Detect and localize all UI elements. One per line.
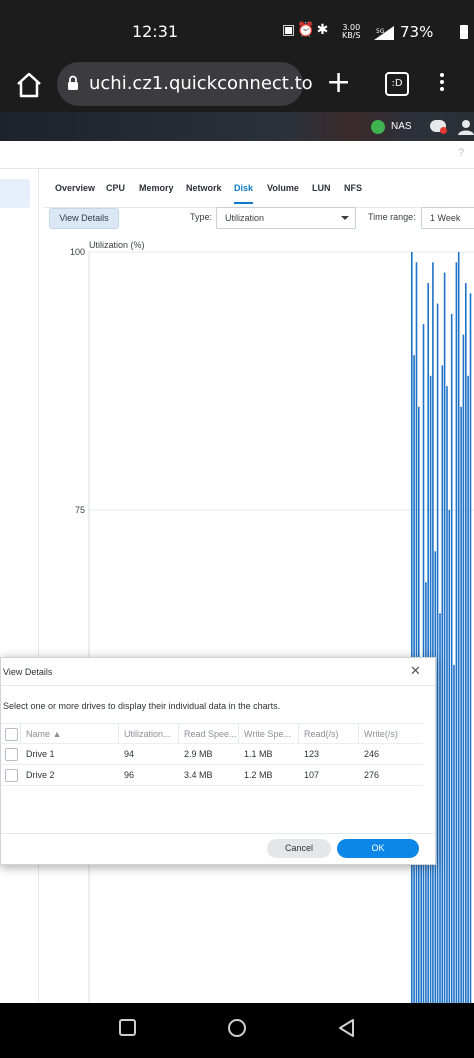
chart-bar [448,510,451,1003]
drive-writes: 276 [364,770,380,780]
table-row[interactable]: Drive 1 94 2.9 MB 1.1 MB 123 246 [1,744,423,765]
clock: 12:31 [131,22,179,41]
net-speed-unit: KB/S [342,31,361,40]
drive-read-speed: 3.4 MB [184,770,213,780]
user-icon[interactable] [458,119,474,135]
chart-bar [439,613,441,1003]
home-nav-icon[interactable] [228,1019,246,1037]
dsm-taskbar: NAS [0,112,474,141]
table-header: Name ▲ Utilization... Read Spee... Write… [1,723,423,744]
close-icon[interactable]: ✕ [410,664,421,679]
chart-bar [441,365,444,1003]
y-axis-label: Utilization (%) [89,240,145,250]
new-tab-button[interactable]: + [326,68,351,98]
drive-reads: 123 [304,749,320,759]
android-nav-bar [0,1003,474,1053]
resource-monitor-window: ? Overview CPU Memory Network Disk Volum… [0,141,474,1003]
col-read-speed[interactable]: Read Spee... [184,729,237,739]
drive-read-speed: 2.9 MB [184,749,213,759]
row-checkbox[interactable] [5,748,18,761]
sort-up-icon: ▲ [52,729,62,739]
view-details-dialog: View Details ✕ Select one or more drives… [0,657,436,865]
col-writes[interactable]: Write(/s) [364,729,398,739]
drive-utilization: 96 [124,770,135,780]
home-icon[interactable] [14,70,44,100]
dialog-description: Select one or more drives to display the… [3,701,281,711]
select-all-checkbox[interactable] [5,728,18,741]
chart-bar [455,262,458,1003]
notification-badge [440,127,447,134]
col-name[interactable]: Name ▲ [26,729,61,739]
y-tick-label: 100 [70,247,85,257]
battery-percent: 73% [400,23,434,41]
dialog-divider [1,685,435,686]
dialog-footer-divider [1,833,435,834]
chart-bar [415,262,418,1003]
status-icons: ▣⏰✱ [282,22,330,38]
overflow-menu-icon[interactable] [437,70,447,96]
recents-icon[interactable] [119,1019,136,1036]
chart-bar [443,272,446,1003]
drive-utilization: 94 [124,749,135,759]
dialog-title: View Details [3,667,53,677]
signal-icon: 5G [374,26,394,40]
chart-bar [457,252,460,1003]
table-row[interactable]: Drive 2 96 3.4 MB 1.2 MB 107 276 [1,765,423,786]
ok-button[interactable]: OK [337,839,419,858]
bluetooth-icon: ✱ [316,22,331,38]
battery-icon [460,25,468,39]
drive-writes: 246 [364,749,380,759]
alarm-icon: ⏰ [297,22,317,38]
row-checkbox[interactable] [5,769,18,782]
chart-bar [465,283,467,1003]
chart-bar [446,386,448,1003]
lock-icon [68,75,78,90]
browser-toolbar: uchi.cz1.quickconnect.to + :D [0,60,474,112]
drive-reads: 107 [304,770,320,780]
net-speed: 3.00 KB/S [342,24,361,40]
address-bar[interactable]: uchi.cz1.quickconnect.to [57,62,313,106]
nas-label[interactable]: NAS [391,121,412,132]
chart-bar [462,334,465,1003]
status-bar: 12:31 ▣⏰✱ 3.00 KB/S 5G 73% [0,0,474,60]
chart-bar [427,283,429,1003]
chart-bar [436,303,439,1003]
col-utilization[interactable]: Utilization... [124,729,171,739]
drive-name: Drive 1 [26,749,55,759]
drive-name: Drive 2 [26,770,55,780]
cancel-button[interactable]: Cancel [267,839,331,858]
col-reads[interactable]: Read(/s) [304,729,339,739]
col-write-speed[interactable]: Write Spe... [244,729,291,739]
drive-write-speed: 1.1 MB [244,749,273,759]
chart-bar [460,406,462,1003]
chart-bar [453,664,455,1003]
chart-bar [432,262,434,1003]
back-icon[interactable] [339,1019,354,1037]
utilization-chart: Utilization (%) 75 100 [70,240,474,1003]
nas-status-icon[interactable] [371,120,385,134]
drives-table: Name ▲ Utilization... Read Spee... Write… [1,723,423,786]
chart-bar [411,252,413,1003]
nfc-icon: ▣ [282,22,298,38]
drive-write-speed: 1.2 MB [244,770,273,780]
tab-switcher-button[interactable]: :D [385,72,409,96]
network-type: 5G [376,28,385,35]
url-text: uchi.cz1.quickconnect.to [89,73,313,94]
y-tick-label: 75 [75,505,85,515]
chart-bar [469,293,472,1003]
chart-bar [467,375,469,1003]
chart-bar [450,313,453,1003]
